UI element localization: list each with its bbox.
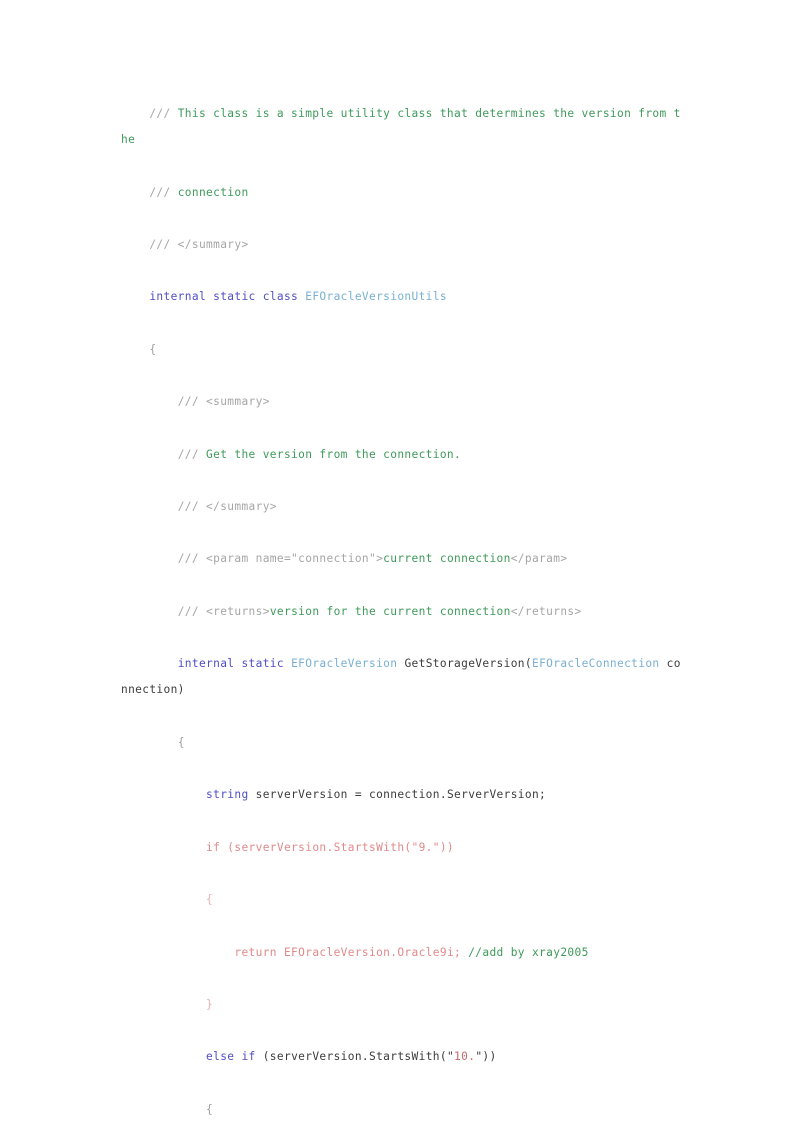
code-token-type: EFOracleVersion [291,657,398,671]
code-token-kw: internal static [177,657,292,671]
code-token-xtag: </returns> [510,604,582,618]
code-token-xtag: /// [177,447,207,461]
code-token-cmt: current connection [383,552,511,566]
code-token-xtag: /// </summary> [177,500,277,514]
code-line: { [121,730,681,756]
code-token-str: 10. [454,1050,476,1064]
code-line: { [121,887,681,913]
code-token-plain: serverVersion = connection.ServerVersion… [248,788,547,802]
code-line: /// <param name="connection">current con… [121,546,681,572]
code-token-cmt: Get the version from the connection. [206,447,462,461]
code-token-type: EFOracleVersionUtils [305,290,447,304]
code-line: return EFOracleVersion.Oracle9i; //add b… [121,940,681,966]
code-token-kw: internal static class [149,290,306,304]
code-token-xtag: /// <param name="connection"> [177,552,384,566]
code-line: internal static class EFOracleVersionUti… [121,284,681,310]
code-token-plain: (serverVersion.StartsWith(" [255,1050,455,1064]
code-line: /// This class is a simple utility class… [121,101,681,153]
code-line: else if (serverVersion.StartsWith("10.")… [121,1044,681,1070]
code-token-xtag: </param> [510,552,568,566]
code-token-xtag: /// </summary> [149,238,249,252]
code-line: /// <summary> [121,389,681,415]
code-token-plain: ")) [475,1050,497,1064]
code-token-cmt: //add by xray2005 [468,945,589,959]
code-line: /// Get the version from the connection. [121,442,681,468]
code-line: if (serverVersion.StartsWith("9.")) [121,835,681,861]
code-listing[interactable]: /// This class is a simple utility class… [121,101,681,1132]
code-token-brace-p: } [206,997,214,1011]
code-line: string serverVersion = connection.Server… [121,782,681,808]
code-token-xtag: /// [149,185,178,199]
code-line: /// </summary> [121,232,681,258]
code-token-redln: if (serverVersion.StartsWith("9.")) [206,840,455,854]
code-token-cmt: version for the current connection [269,604,511,618]
code-line: } [121,992,681,1018]
code-token-brace-g: { [177,735,185,749]
code-token-xtag: /// <returns> [177,604,270,618]
code-token-xtag: /// [149,107,178,120]
code-token-brace-g: { [206,1102,214,1116]
code-line: /// <returns>version for the current con… [121,599,681,625]
code-token-type: EFOracleConnection [531,657,660,671]
code-line: { [121,1097,681,1123]
code-token-cmt: connection [177,185,249,199]
code-line: /// </summary> [121,494,681,520]
code-token-kw: else if [206,1050,256,1064]
code-token-brace-g: { [149,342,157,356]
code-token-redln: return EFOracleVersion.Oracle9i; [234,945,462,959]
document-page: /// This class is a simple utility class… [0,0,800,1132]
code-token-plain: GetStorageVersion( [397,657,532,671]
code-token-cmt: This class is a simple utility class tha… [121,107,681,147]
code-line: internal static EFOracleVersion GetStora… [121,651,681,703]
code-token-xtag: /// <summary> [177,395,270,409]
code-line: { [121,337,681,363]
code-line: /// connection [121,180,681,206]
code-token-kw: string [206,788,249,802]
code-token-brace-p: { [206,893,214,907]
